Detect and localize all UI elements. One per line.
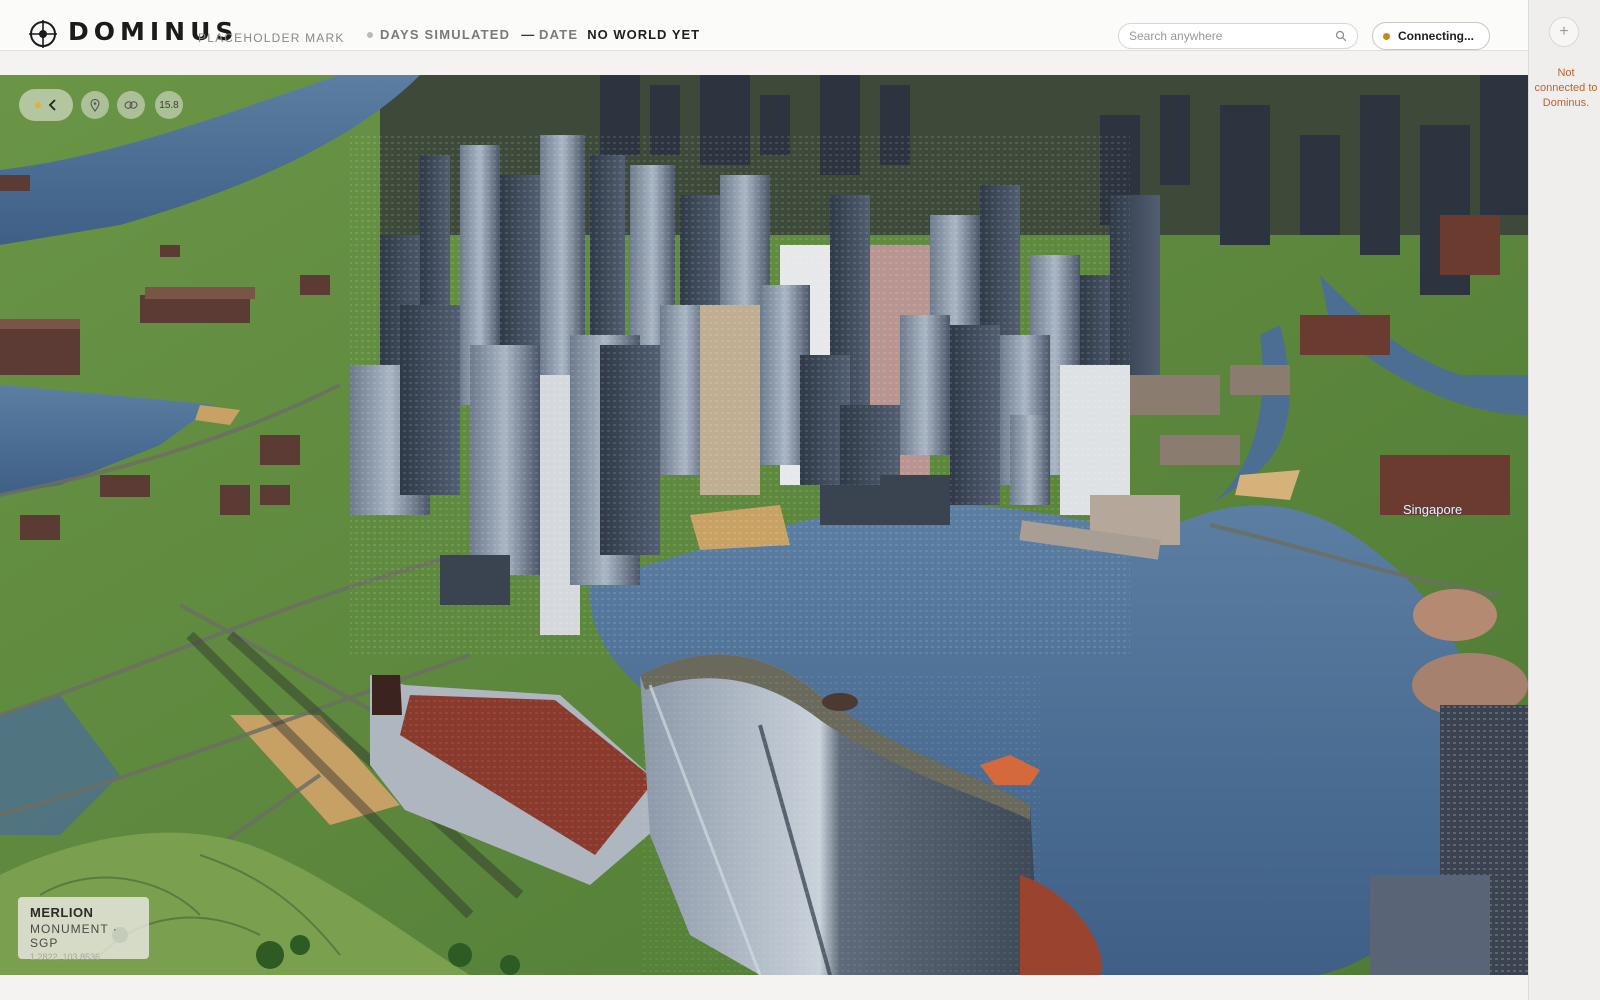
days-simulated-label: DAYS SIMULATED	[380, 27, 511, 42]
connection-error-message: Not connected to Dominus.	[1534, 67, 1598, 109]
connection-status-label: Connecting...	[1398, 29, 1474, 43]
top-bar: DOMINUS PLACEHOLDER MARK DAYS SIMULATED …	[0, 0, 1528, 51]
zoom-level-value: 15.8	[159, 99, 179, 111]
search-icon[interactable]	[1335, 30, 1347, 42]
date-label: DATE	[539, 27, 579, 42]
days-simulated: DAYS SIMULATED —	[367, 27, 534, 42]
map-viewport[interactable]: Singapore	[0, 75, 1528, 975]
brand-tagline: PLACEHOLDER MARK	[198, 31, 345, 45]
pin-icon	[90, 98, 100, 112]
place-name: MERLION	[30, 905, 94, 920]
city-render	[0, 75, 1528, 975]
map-place-label[interactable]: Singapore	[1403, 502, 1462, 517]
zoom-level-button[interactable]: 15.8	[155, 91, 183, 119]
right-rail: + Not connected to Dominus.	[1528, 0, 1600, 1000]
days-simulated-value: —	[521, 27, 535, 42]
connection-status-dot	[1383, 32, 1390, 40]
link-icon	[124, 101, 138, 109]
place-coordinates: 1.2822, 103.8536	[30, 952, 101, 962]
pin-button[interactable]	[81, 91, 109, 119]
add-button[interactable]: +	[1549, 17, 1579, 47]
plus-icon: +	[1559, 23, 1569, 40]
connection-status-button[interactable]: Connecting...	[1372, 22, 1490, 50]
place-type: MONUMENT · SGP	[30, 922, 118, 950]
link-button[interactable]	[117, 91, 145, 119]
back-icon	[48, 99, 56, 111]
place-info-card[interactable]: MERLION MONUMENT · SGP 1.2822, 103.8536	[18, 897, 149, 962]
indicator-dot	[35, 102, 41, 108]
map-back-button[interactable]	[19, 89, 73, 121]
search-input[interactable]	[1129, 29, 1335, 43]
world-date: DATE NO WORLD YET	[539, 27, 700, 42]
status-dot	[367, 31, 373, 38]
date-value: NO WORLD YET	[587, 27, 701, 42]
logo-icon	[28, 19, 58, 49]
search-box[interactable]	[1118, 23, 1358, 49]
